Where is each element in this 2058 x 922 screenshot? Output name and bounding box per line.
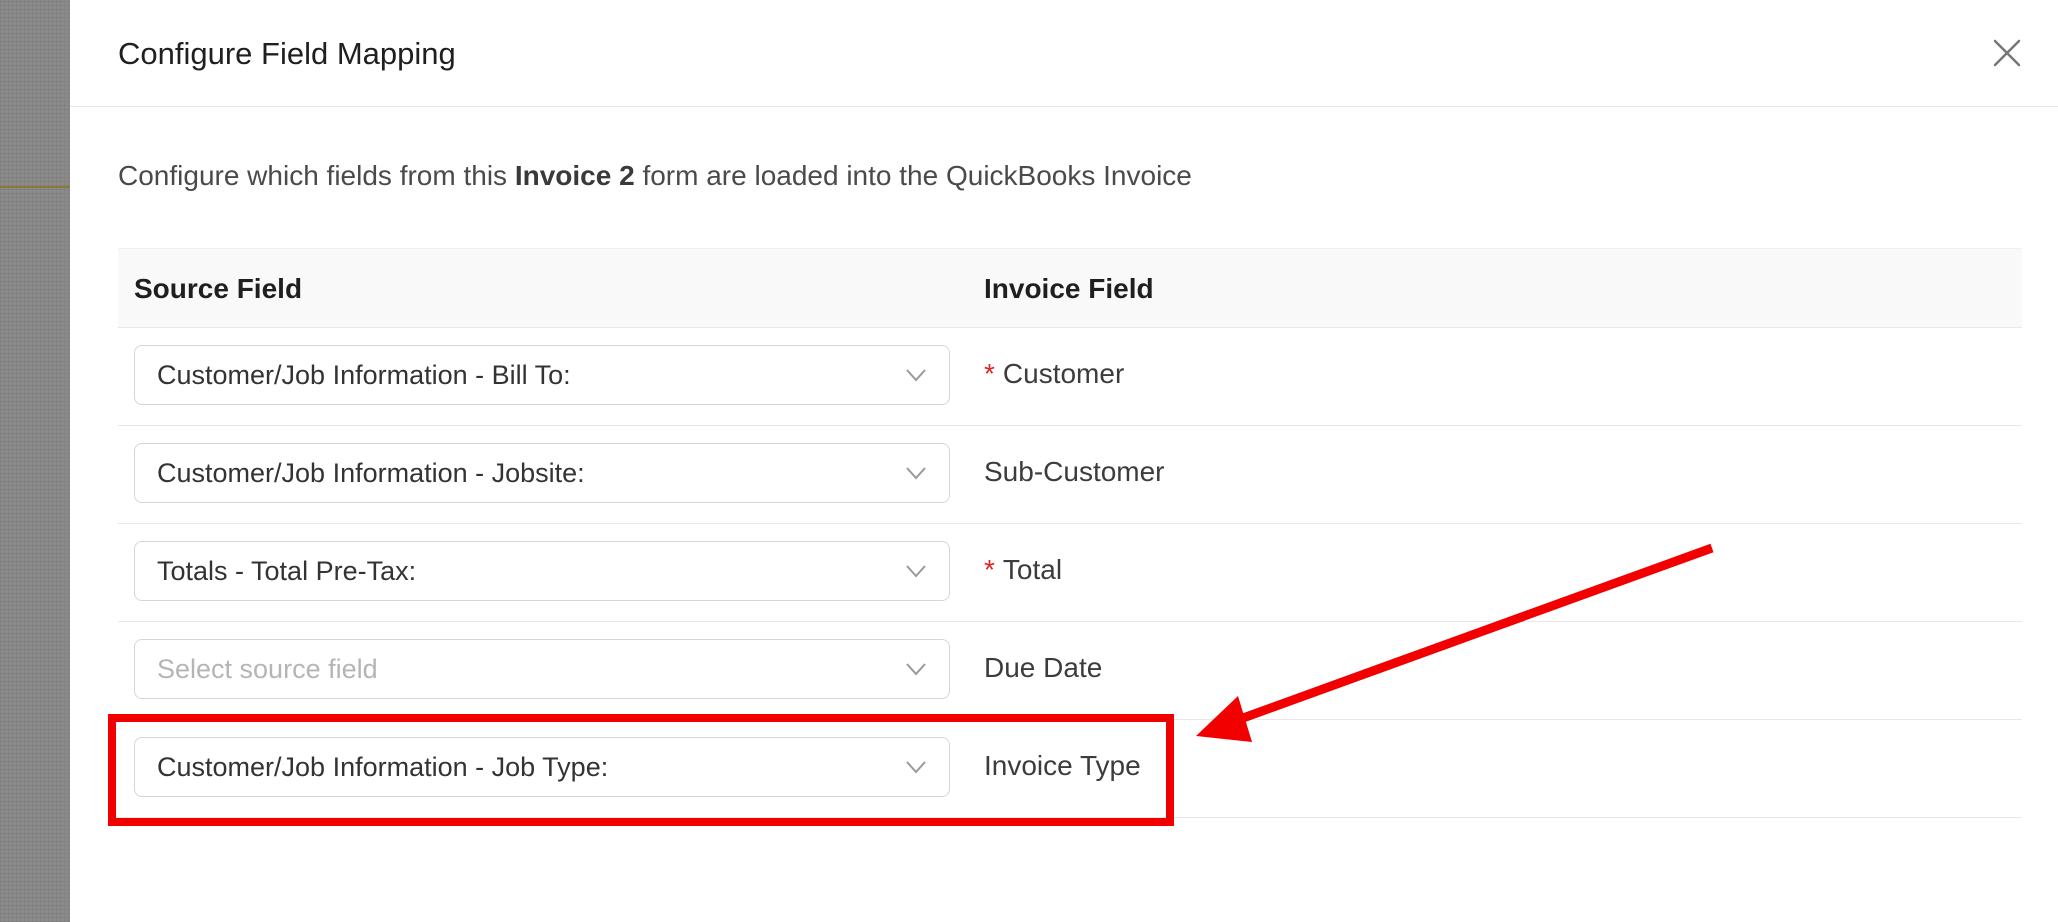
chevron-down-icon [906, 467, 926, 480]
table-row: Totals - Total Pre-Tax: * Total [118, 524, 2022, 622]
source-field-select[interactable]: Select source field [134, 639, 950, 699]
modal-header: Configure Field Mapping [70, 0, 2058, 107]
backdrop-divider [0, 186, 70, 188]
invoice-field-name: Total [1002, 554, 1063, 585]
invoice-field-label: * Total [984, 554, 1062, 586]
description-prefix: Configure which fields from this [118, 160, 515, 191]
modal-description: Configure which fields from this Invoice… [118, 160, 1192, 192]
select-value: Customer/Job Information - Jobsite: [157, 458, 585, 488]
required-marker: * [984, 554, 995, 585]
page-backdrop [0, 0, 70, 922]
source-field-header: Source Field [134, 273, 303, 304]
table-row: Select source field Due Date [118, 622, 2022, 720]
source-field-select[interactable]: Totals - Total Pre-Tax: [134, 541, 950, 601]
invoice-field-label: * Customer [984, 358, 1124, 390]
invoice-field-header: Invoice Field [984, 273, 1154, 304]
form-name: Invoice 2 [514, 160, 635, 191]
table-header: Source Field Invoice Field [118, 248, 2022, 328]
select-value: Customer/Job Information - Bill To: [157, 360, 571, 390]
description-suffix: form are loaded into the QuickBooks Invo… [634, 160, 1192, 191]
modal-title: Configure Field Mapping [118, 36, 456, 71]
source-field-select[interactable]: Customer/Job Information - Jobsite: [134, 443, 950, 503]
close-button[interactable] [1990, 36, 2024, 70]
required-marker: * [984, 358, 995, 389]
invoice-field-name: Sub-Customer [984, 456, 1165, 487]
select-placeholder: Select source field [157, 654, 378, 684]
select-value: Totals - Total Pre-Tax: [157, 556, 417, 586]
chevron-down-icon [906, 369, 926, 382]
source-field-select[interactable]: Customer/Job Information - Bill To: [134, 345, 950, 405]
annotation-highlight-box [108, 714, 1174, 826]
chevron-down-icon [906, 565, 926, 578]
close-icon [1993, 39, 2021, 67]
invoice-field-name: Due Date [984, 652, 1103, 683]
invoice-field-label: Due Date [984, 652, 1102, 684]
table-row: Customer/Job Information - Jobsite: Sub-… [118, 426, 2022, 524]
invoice-field-label: Sub-Customer [984, 456, 1165, 488]
invoice-field-name: Customer [1002, 358, 1125, 389]
table-row: Customer/Job Information - Bill To: * Cus… [118, 328, 2022, 426]
chevron-down-icon [906, 663, 926, 676]
